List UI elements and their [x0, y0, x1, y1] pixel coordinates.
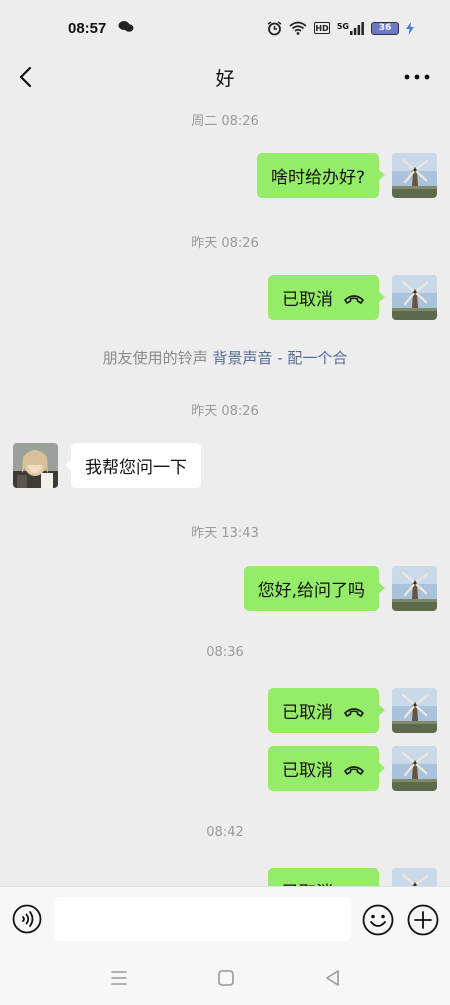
system-navigation-bar	[0, 952, 450, 1005]
phone-hangup-icon	[343, 291, 365, 305]
clock: 08:57	[68, 19, 107, 37]
timestamp: 昨天 08:26	[191, 236, 259, 251]
message-input[interactable]	[54, 897, 351, 941]
wechat-notification-icon	[118, 20, 134, 37]
message-text: 您好,给问了吗	[257, 581, 365, 601]
ringtone-link[interactable]: 背景声音 - 配一个合	[212, 349, 347, 367]
call-status-text: 已取消	[282, 703, 333, 723]
wifi-icon	[289, 21, 307, 35]
input-bar	[0, 886, 450, 952]
phone-hangup-icon	[343, 762, 365, 776]
plus-icon[interactable]	[407, 904, 439, 936]
svg-text:HD: HD	[315, 24, 329, 33]
back-arrow-icon[interactable]	[14, 64, 40, 90]
contact-avatar[interactable]	[13, 443, 58, 488]
signal-indicator: 5G	[336, 21, 364, 35]
more-dots-icon[interactable]	[402, 64, 432, 90]
battery-icon: 36	[371, 21, 399, 35]
my-avatar[interactable]	[392, 153, 437, 198]
system-message-text: 朋友使用的铃声	[102, 349, 208, 367]
my-avatar[interactable]	[392, 275, 437, 320]
signal-bars-icon	[350, 21, 364, 35]
hd-icon: HD	[313, 22, 330, 34]
back-triangle-icon[interactable]	[323, 968, 343, 988]
network-type: 5G	[336, 21, 349, 31]
message-bubble-sent[interactable]: 啥时给办好?	[256, 153, 386, 198]
voice-call-bubble[interactable]: 已取消	[268, 275, 385, 320]
voice-call-bubble[interactable]: 已取消	[268, 746, 385, 791]
phone-hangup-icon	[343, 704, 365, 718]
voice-icon[interactable]	[12, 904, 42, 934]
timestamp: 昨天 13:43	[191, 526, 259, 541]
call-status-text: 已取消	[282, 761, 333, 781]
status-bar: 08:57 HD 5G 36	[0, 0, 450, 56]
chat-header: 好	[0, 56, 450, 98]
call-status-text: 已取消	[282, 290, 333, 310]
timestamp: 周二 08:26	[191, 114, 259, 129]
timestamp: 08:42	[206, 825, 244, 840]
voice-call-bubble[interactable]: 已取消	[268, 688, 385, 733]
timestamp: 08:36	[206, 645, 244, 660]
my-avatar[interactable]	[392, 688, 437, 733]
my-avatar[interactable]	[392, 566, 437, 611]
alarm-icon	[267, 20, 282, 35]
message-bubble-received[interactable]: 我帮您问一下	[65, 443, 201, 488]
chat-title: 好	[215, 67, 235, 90]
timestamp: 昨天 08:26	[191, 404, 259, 419]
message-text: 啥时给办好?	[270, 168, 365, 188]
home-square-icon[interactable]	[216, 968, 236, 988]
charging-icon	[406, 21, 414, 35]
my-avatar[interactable]	[392, 746, 437, 791]
message-text: 我帮您问一下	[85, 458, 187, 478]
message-bubble-sent[interactable]: 您好,给问了吗	[243, 566, 386, 611]
status-icons: HD 5G 36	[267, 20, 414, 36]
menu-lines-icon[interactable]	[109, 968, 129, 988]
system-message: 朋友使用的铃声 背景声音 - 配一个合	[0, 347, 450, 368]
emoji-icon[interactable]	[362, 904, 394, 936]
